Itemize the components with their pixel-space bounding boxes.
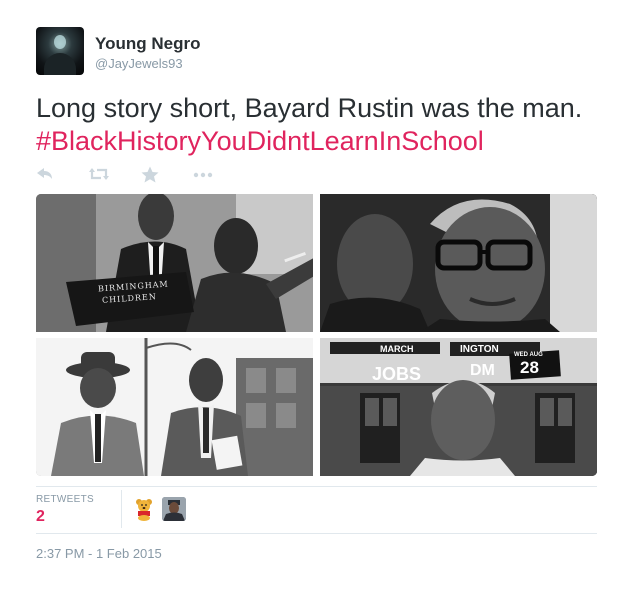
reply-button[interactable]: [36, 166, 58, 186]
banner-dm: DM: [470, 362, 495, 379]
banner-number: 28: [520, 358, 539, 377]
tweet-body: Long story short, Bayard Rustin was the …: [36, 93, 583, 123]
media-grid: BIRMINGHAM CHILDREN JOBS DM MARCH INGTON…: [36, 194, 597, 476]
retweet-icon: [89, 168, 109, 180]
retweeter-avatar-user[interactable]: [162, 497, 186, 521]
banner-jobs: JOBS: [372, 364, 422, 384]
photo1-scene: [36, 194, 313, 332]
user-avatar[interactable]: [36, 27, 84, 75]
banner-ington: INGTON: [460, 344, 499, 355]
retweeter-avatar-pooh[interactable]: [132, 497, 156, 521]
tweet-text: Long story short, Bayard Rustin was the …: [36, 92, 606, 158]
user-photo-avatar-icon: [162, 497, 186, 521]
winnie-the-pooh-avatar-icon: [136, 499, 152, 521]
photo-march-headquarters[interactable]: JOBS DM MARCH INGTON WED AUG 28: [320, 338, 597, 476]
photo-birmingham-children[interactable]: BIRMINGHAM CHILDREN: [36, 194, 313, 332]
reply-icon: [37, 168, 52, 179]
tweet-actions: [36, 166, 236, 186]
stats-divider-top: [36, 486, 597, 487]
more-button[interactable]: [192, 166, 214, 186]
photo4-scene: [320, 338, 597, 476]
retweets-count[interactable]: 2: [36, 508, 45, 526]
avatar-silhouette: [44, 53, 76, 75]
retweets-label[interactable]: RETWEETS: [36, 494, 94, 505]
avatar-glow: [54, 35, 66, 49]
user-handle[interactable]: @JayJewels93: [95, 56, 183, 71]
photo3-scene: [36, 338, 313, 476]
banner-march: MARCH: [380, 344, 414, 354]
favorite-star-icon: [141, 166, 159, 183]
hashtag-link[interactable]: #BlackHistoryYouDidntLearnInSchool: [36, 126, 484, 156]
stats-separator: [121, 490, 122, 528]
photo-rustin-glasses[interactable]: [320, 194, 597, 332]
display-name[interactable]: Young Negro: [95, 34, 200, 54]
retweet-button[interactable]: [88, 166, 110, 186]
photo2-scene: [320, 194, 597, 332]
favorite-button[interactable]: [141, 166, 163, 186]
more-dots-icon: [193, 172, 213, 178]
tweet-timestamp[interactable]: 2:37 PM - 1 Feb 2015: [36, 546, 162, 561]
photo-mlk-rustin[interactable]: [36, 338, 313, 476]
stats-divider-bottom: [36, 533, 597, 534]
